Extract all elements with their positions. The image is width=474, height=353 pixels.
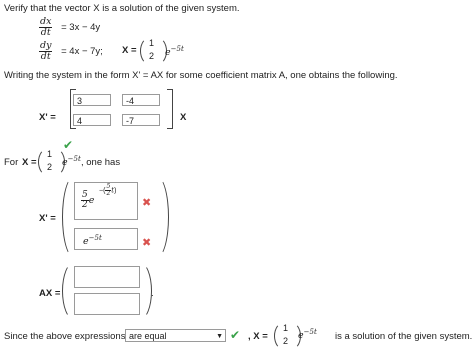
equality-select[interactable]: are equal ▼: [125, 329, 226, 342]
matrix-bracket-right: [167, 89, 173, 129]
matrix-lhs-label: X' =: [39, 112, 56, 123]
dy-dt-fraction: dy dt: [39, 40, 53, 62]
xprime-label: X' =: [39, 213, 56, 224]
for-prefix: For: [4, 157, 19, 168]
for-exp: e−5t: [62, 155, 81, 169]
chevron-down-icon: ▼: [216, 333, 223, 340]
matrix-check-icon: ✔: [63, 138, 74, 152]
select-check-icon: ✔: [230, 328, 241, 342]
system-x-label: X =: [122, 45, 137, 56]
vector-paren-right: [147, 37, 167, 65]
equality-select-value: are equal: [129, 331, 167, 341]
xprime-entry2-input[interactable]: e−5t: [74, 228, 138, 250]
xprime-entry1-expression: 52e: [81, 190, 95, 210]
dx-dt-fraction: dx dt: [39, 16, 53, 38]
xprime-entry2-expression: e−5t: [83, 234, 102, 248]
equation-2: dy dt = 4x − 7y;: [39, 41, 103, 61]
conclusion-exp: e−5t: [298, 328, 317, 342]
matrix-rhs-label: X: [180, 112, 187, 123]
form-text: Writing the system in the form X' = AX f…: [4, 70, 398, 81]
matrix-a11-input[interactable]: 3: [73, 94, 111, 106]
matrix-a12-input[interactable]: -4: [122, 94, 160, 106]
for-suffix: , one has: [81, 157, 121, 168]
intro-text: Verify that the vector X is a solution o…: [4, 3, 240, 14]
conclusion-prefix: Since the above expressions: [4, 331, 126, 342]
ax-period: .: [151, 288, 154, 299]
conclusion-x-label: , X =: [248, 331, 268, 342]
equation-1: dx dt = 3x − 4y: [39, 17, 100, 37]
conclusion-suffix: is a solution of the given system.: [335, 331, 473, 342]
matrix-a22-input[interactable]: -7: [122, 114, 160, 126]
for-x-label: X =: [22, 157, 37, 168]
ax-label: AX =: [39, 288, 61, 299]
ax-paren-right: [128, 262, 152, 320]
eq2-rhs: = 4x − 7y;: [61, 45, 103, 57]
xprime-paren-right: [145, 176, 169, 258]
xprime-entry1-input[interactable]: 52e −(5 2 t): [74, 182, 138, 220]
system-exp: e−5t: [165, 45, 184, 59]
xprime-entry1-power: −(5 2 t): [99, 183, 117, 197]
matrix-a21-input[interactable]: 4: [73, 114, 111, 126]
eq1-rhs: = 3x − 4y: [61, 21, 101, 33]
